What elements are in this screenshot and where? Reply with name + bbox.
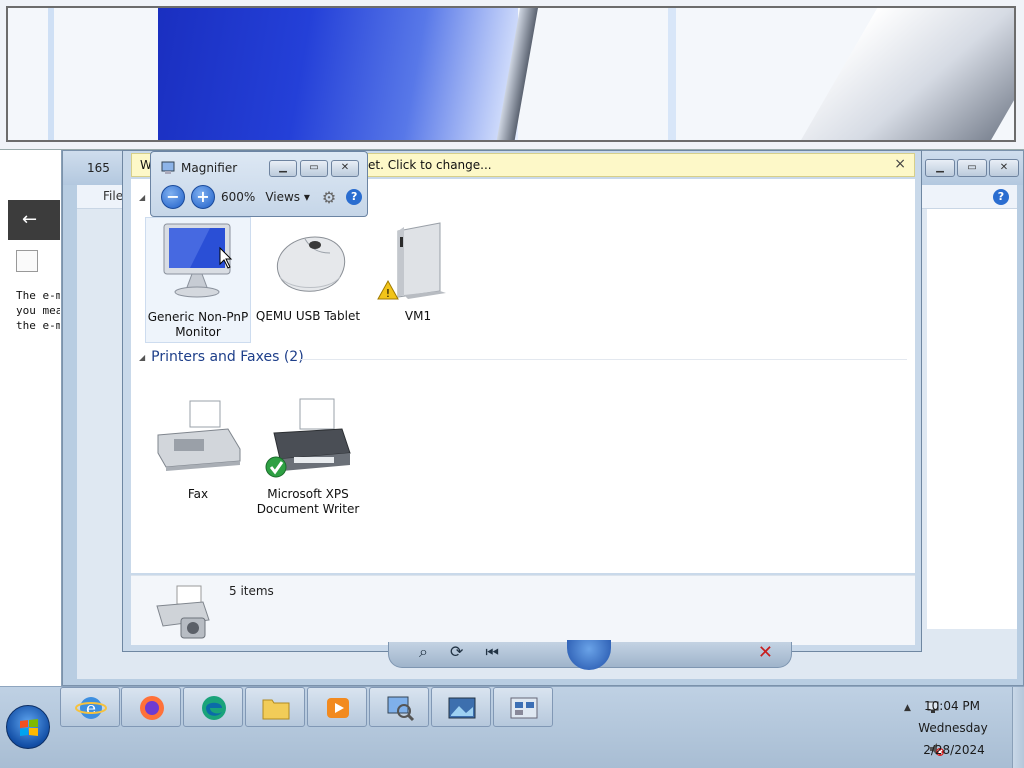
monitor-icon xyxy=(150,218,246,306)
drive-icon: ! xyxy=(370,217,466,305)
magnifier-toolbar: Magnifier ▁ ▭ ✕ − + 600% Views ▾ ⚙ ? xyxy=(150,151,368,217)
views-label: Views xyxy=(265,190,301,204)
device-vm1[interactable]: ! VM1 xyxy=(365,217,471,324)
help-icon[interactable]: ? xyxy=(993,189,1009,205)
taskbar-firefox[interactable] xyxy=(121,687,181,727)
magnifier-lens-view xyxy=(0,0,1024,150)
file-menu[interactable]: File xyxy=(103,189,123,203)
window-buttons: ▁ ▭ ✕ xyxy=(269,160,359,177)
background-window-pane xyxy=(927,209,1017,629)
magnifier-title: Magnifier xyxy=(181,161,238,175)
printer-microsoft-xps[interactable]: Microsoft XPS Document Writer xyxy=(255,395,361,517)
zoom-out-button[interactable]: − xyxy=(161,185,185,209)
close-icon[interactable]: × xyxy=(894,156,906,172)
taskbar-media-player[interactable] xyxy=(307,687,367,727)
mouse-icon xyxy=(260,217,356,305)
device-label: Microsoft XPS Document Writer xyxy=(256,487,360,516)
printer-icon xyxy=(260,395,356,483)
show-hidden-icons-icon[interactable]: ▲ xyxy=(904,703,911,713)
show-desktop-button[interactable] xyxy=(1012,687,1024,768)
camera-printer-icon xyxy=(151,584,213,640)
taskbar-devices-and-printers[interactable] xyxy=(493,687,553,727)
media-player-controls: ⌕⟳⏮ ✕ xyxy=(388,640,792,670)
folder-icon xyxy=(262,699,290,720)
start-button[interactable] xyxy=(6,705,50,749)
close-button[interactable]: ✕ xyxy=(331,160,359,177)
close-button[interactable]: ✕ xyxy=(989,159,1019,177)
details-pane: 5 items xyxy=(131,575,915,645)
maximize-button[interactable]: ▭ xyxy=(957,159,987,177)
magnifier-icon xyxy=(161,161,175,175)
group-separator xyxy=(301,359,907,360)
close-icon[interactable]: ✕ xyxy=(758,642,773,663)
gear-icon[interactable]: ⚙ xyxy=(322,188,336,207)
back-arrow-icon[interactable]: ← xyxy=(8,200,60,240)
devices-icon xyxy=(510,697,538,719)
printer-fax[interactable]: Fax xyxy=(145,395,251,502)
taskbar-edge[interactable] xyxy=(183,687,243,727)
printers-group-title: Printers and Faxes (2) xyxy=(151,349,304,365)
fax-icon xyxy=(150,395,246,483)
taskbar-internet-explorer[interactable]: e xyxy=(60,687,120,727)
minimize-button[interactable]: ▁ xyxy=(925,159,955,177)
edge-icon xyxy=(202,696,226,720)
magnifier-icon xyxy=(387,696,415,722)
zoomed-edge xyxy=(48,8,54,140)
background-window-title: 165 xyxy=(87,161,110,175)
zoom-in-button[interactable]: + xyxy=(191,185,215,209)
views-dropdown[interactable]: Views ▾ xyxy=(265,190,310,204)
firefox-icon xyxy=(140,696,164,720)
device-label: VM1 xyxy=(404,309,432,323)
help-icon[interactable]: ? xyxy=(346,189,363,205)
zoomed-monitor-stand xyxy=(798,8,1014,140)
device-qemu-usb-tablet[interactable]: QEMU USB Tablet xyxy=(255,217,361,324)
magnifier-controls: − + 600% Views ▾ ⚙ ? xyxy=(161,185,363,209)
window-buttons: ▁ ▭ ✕ xyxy=(925,159,1019,177)
zoomed-edge xyxy=(668,8,676,140)
maximize-button[interactable]: ▭ xyxy=(300,160,328,177)
media-player-icon xyxy=(327,698,349,718)
taskbar-magnifier[interactable] xyxy=(369,687,429,727)
item-count: 5 items xyxy=(229,584,274,598)
device-label: Fax xyxy=(187,487,209,501)
clock-time[interactable]: 10:04 PM xyxy=(912,699,992,713)
device-label: Generic Non-PnP Monitor xyxy=(147,310,249,339)
collapse-arrow-icon[interactable]: ◢ xyxy=(139,353,145,362)
devices-content: ◢ Generic Non-PnP Monitor QEMU USB Table… xyxy=(131,179,915,573)
internet-explorer-icon: e xyxy=(75,697,107,719)
svg-text:!: ! xyxy=(386,287,390,300)
photo-viewer-icon xyxy=(448,697,476,719)
zoom-level: 600% xyxy=(221,190,256,204)
clock-day[interactable]: Wednesday xyxy=(908,721,998,735)
zoomed-monitor-screen xyxy=(158,8,518,140)
lens-frame xyxy=(6,6,1016,142)
media-control-icons[interactable]: ⌕⟳⏮ xyxy=(419,642,521,662)
printers-group-header[interactable]: ◢ Printers and Faxes (2) xyxy=(139,349,304,365)
clock-date[interactable]: 2/28/2024 xyxy=(914,743,994,757)
devices-and-printers-window: W… s and information from the Internet. … xyxy=(122,150,922,652)
taskbar-windows-explorer[interactable] xyxy=(245,687,305,727)
collapse-arrow-icon[interactable]: ◢ xyxy=(139,193,145,202)
minimize-button[interactable]: ▁ xyxy=(269,160,297,177)
play-stop-button[interactable] xyxy=(567,640,611,670)
device-generic-monitor[interactable]: Generic Non-PnP Monitor xyxy=(145,217,251,343)
background-document-window: ← The e-m you mea the e-m xyxy=(0,150,62,686)
taskbar-photo-viewer[interactable] xyxy=(431,687,491,727)
chevron-down-icon: ▾ xyxy=(303,190,310,204)
document-text: The e-m you mea the e-m xyxy=(16,289,60,332)
system-tray: ▲ 10:04 PM Wednesday 2/28/2024 xyxy=(874,687,1024,768)
device-label: QEMU USB Tablet xyxy=(255,309,361,323)
taskbar: e ▲ 10:04 PM Wednesday 2/28/2024 xyxy=(0,686,1024,768)
document-icon xyxy=(16,250,38,272)
